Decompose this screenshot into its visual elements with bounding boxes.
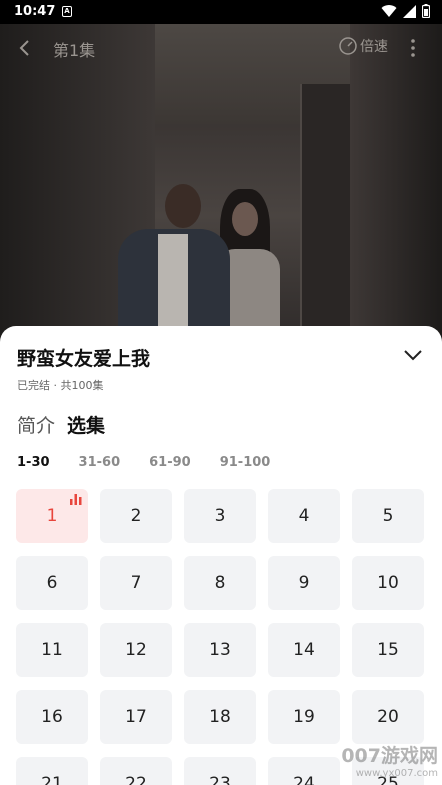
notification-badge: A [62, 6, 72, 17]
wifi-icon [381, 4, 397, 17]
episode-number: 10 [377, 573, 399, 593]
episode-number: 5 [382, 506, 394, 526]
episode-cell[interactable]: 23 [184, 757, 256, 785]
episode-number: 18 [209, 707, 231, 727]
episode-cell[interactable]: 17 [100, 690, 172, 744]
range-31-60[interactable]: 31-60 [79, 455, 121, 470]
video-player[interactable] [0, 24, 442, 344]
episode-number: 3 [214, 506, 226, 526]
episode-cell[interactable]: 4 [268, 489, 340, 543]
episode-number: 2 [130, 506, 142, 526]
episode-number: 12 [125, 640, 147, 660]
episode-title: 第1集 [53, 41, 96, 60]
status-time: 10:47 [14, 4, 56, 19]
tab-intro[interactable]: 简介 [17, 411, 55, 438]
episode-cell[interactable]: 18 [184, 690, 256, 744]
episode-cell[interactable]: 22 [100, 757, 172, 785]
episode-number: 9 [298, 573, 310, 593]
episode-cell[interactable]: 14 [268, 623, 340, 677]
episode-number: 4 [298, 506, 310, 526]
watermark-line1: 007游戏网 [341, 745, 438, 767]
more-vertical-icon[interactable] [405, 36, 421, 60]
episode-number: 19 [293, 707, 315, 727]
episode-cell[interactable]: 8 [184, 556, 256, 610]
back-arrow-icon[interactable] [14, 36, 38, 60]
episode-cell[interactable]: 5 [352, 489, 424, 543]
episode-number: 24 [293, 774, 315, 785]
episode-cell[interactable]: 1 [16, 489, 88, 543]
show-title: 野蛮女友爱上我 [17, 348, 151, 370]
range-61-90[interactable]: 61-90 [149, 455, 191, 470]
episode-number: 13 [209, 640, 231, 660]
episode-cell[interactable]: 3 [184, 489, 256, 543]
episode-number: 14 [293, 640, 315, 660]
episode-cell[interactable]: 10 [352, 556, 424, 610]
signal-icon [403, 4, 416, 18]
episode-number: 23 [209, 774, 231, 785]
episode-ranges: 1-30 31-60 61-90 91-100 [17, 455, 299, 470]
episode-number: 20 [377, 707, 399, 727]
episode-cell[interactable]: 2 [100, 489, 172, 543]
episode-cell[interactable]: 24 [268, 757, 340, 785]
episode-cell[interactable]: 6 [16, 556, 88, 610]
episode-cell[interactable]: 21 [16, 757, 88, 785]
episode-number: 16 [41, 707, 63, 727]
episode-cell[interactable]: 7 [100, 556, 172, 610]
watermark: 007游戏网 www.yx007.com [341, 741, 438, 779]
episode-number: 8 [214, 573, 226, 593]
episode-number: 17 [125, 707, 147, 727]
player-top-bar: 第1集 倍速 [0, 24, 442, 72]
speed-icon [339, 37, 357, 55]
episode-number: 22 [125, 774, 147, 785]
episode-number: 11 [41, 640, 63, 660]
episode-number: 15 [377, 640, 399, 660]
range-1-30[interactable]: 1-30 [17, 455, 50, 470]
speed-label: 倍速 [360, 39, 388, 55]
episode-sheet: 野蛮女友爱上我 已完结 · 共100集 简介 选集 1-30 31-60 61-… [0, 326, 442, 785]
episode-cell[interactable]: 9 [268, 556, 340, 610]
status-icons [381, 4, 430, 18]
episode-cell[interactable]: 19 [268, 690, 340, 744]
range-91-100[interactable]: 91-100 [220, 455, 271, 470]
battery-icon [422, 4, 430, 18]
speed-button[interactable]: 倍速 [338, 36, 388, 56]
episode-number: 7 [130, 573, 142, 593]
episode-cell[interactable]: 20 [352, 690, 424, 744]
playing-bars-icon [70, 494, 82, 505]
episode-number: 1 [46, 506, 58, 526]
chevron-down-icon[interactable] [400, 344, 426, 366]
status-bar: 10:47 A [0, 0, 442, 24]
show-meta: 已完结 · 共100集 [17, 379, 104, 392]
episode-cell[interactable]: 15 [352, 623, 424, 677]
episode-cell[interactable]: 11 [16, 623, 88, 677]
episode-number: 6 [46, 573, 58, 593]
episode-number: 21 [41, 774, 63, 785]
episode-cell[interactable]: 12 [100, 623, 172, 677]
watermark-line2: www.yx007.com [355, 768, 438, 779]
tab-episodes[interactable]: 选集 [67, 411, 105, 438]
sheet-tabs: 简介 选集 [17, 411, 105, 438]
episode-cell[interactable]: 16 [16, 690, 88, 744]
episode-cell[interactable]: 13 [184, 623, 256, 677]
